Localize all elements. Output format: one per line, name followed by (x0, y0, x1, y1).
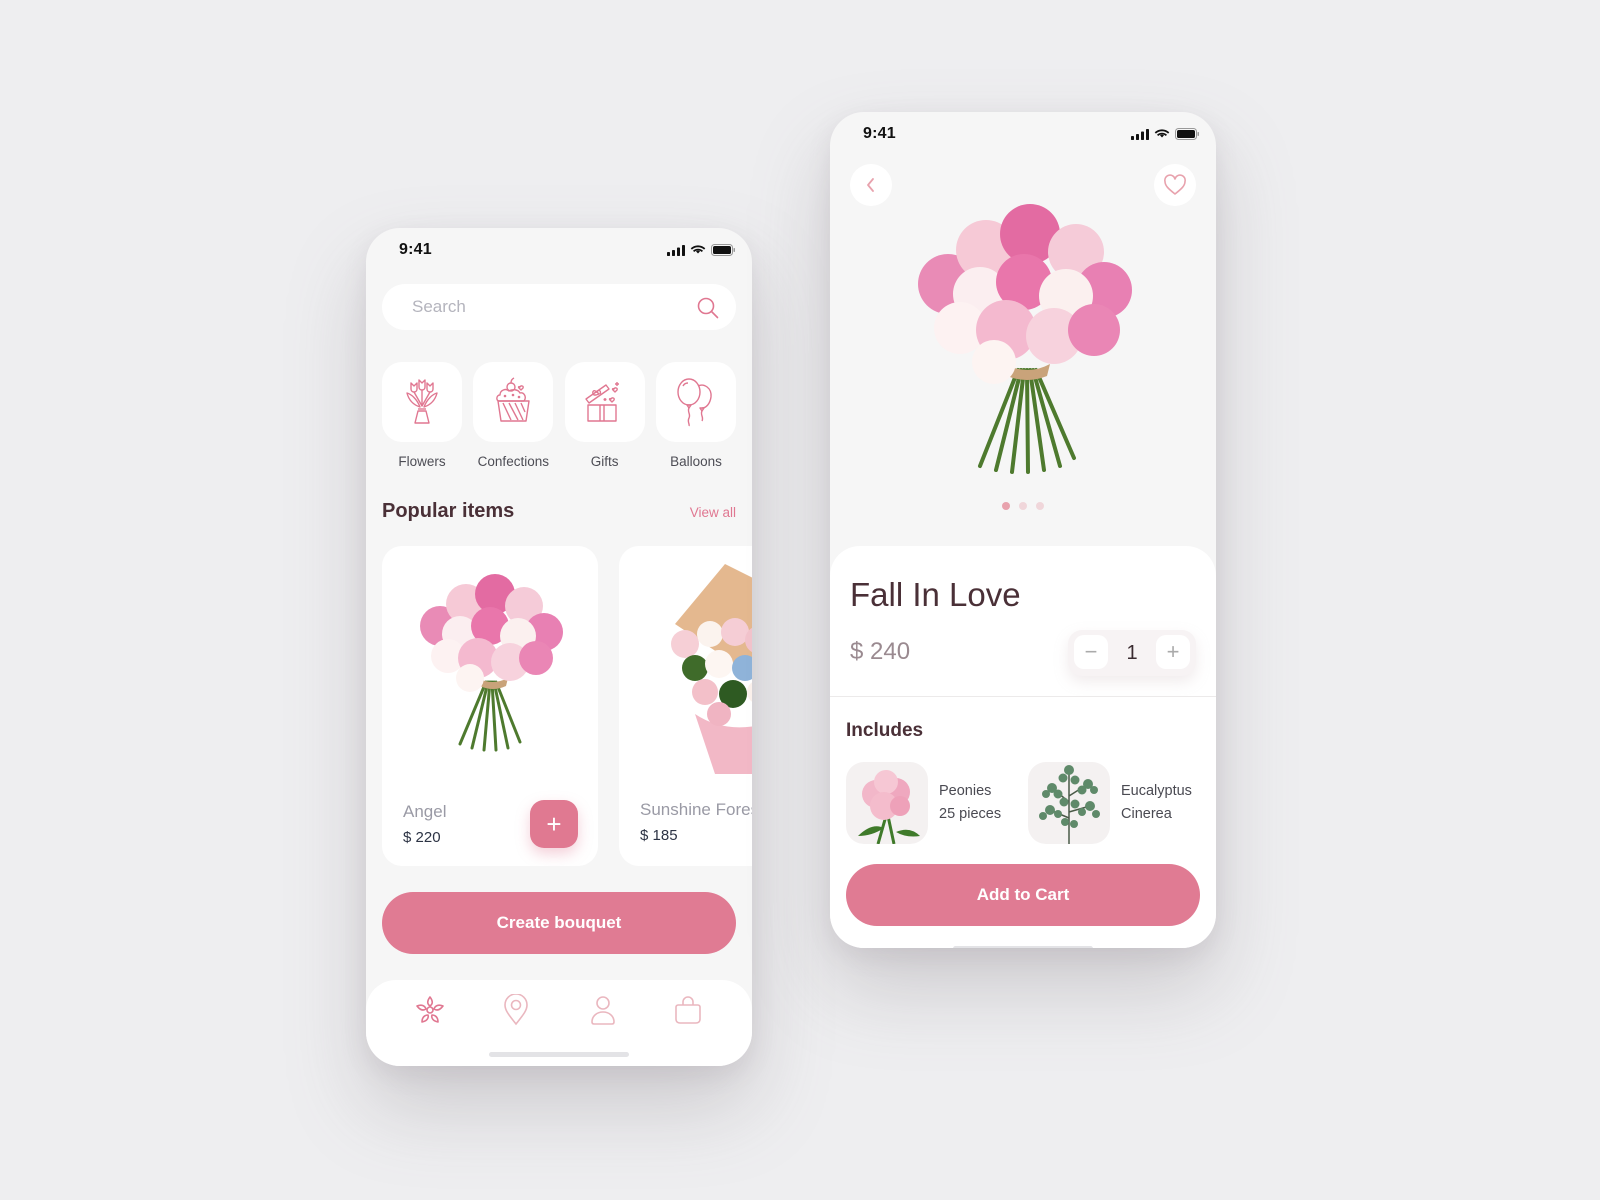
increase-quantity-button[interactable]: + (1156, 635, 1190, 669)
shopping-bag-icon (675, 996, 701, 1024)
product-price: $ 220 (403, 829, 441, 846)
balloons-icon (677, 378, 712, 427)
eucalyptus-image (1039, 765, 1100, 844)
user-icon (591, 996, 615, 1025)
tab-home[interactable] (412, 992, 448, 1028)
product-info-sheet: Fall In Love $ 240 − 1 + Includes Peonie… (830, 546, 1216, 948)
section-title: Popular items (382, 500, 515, 522)
category-label: Flowers (398, 454, 446, 469)
category-confections[interactable]: Confections (473, 362, 554, 469)
category-label: Gifts (590, 454, 619, 469)
status-bar: 9:41 (366, 228, 752, 274)
quantity-stepper: − 1 + (1068, 630, 1196, 676)
product-card[interactable]: Angel $ 220 + (382, 546, 598, 866)
create-bouquet-button[interactable]: Create bouquet (382, 892, 736, 954)
favorite-button[interactable] (1154, 164, 1196, 206)
include-detail: Cinerea (1121, 806, 1172, 822)
search-input[interactable] (412, 284, 682, 330)
home-screen: 9:41 Search Flowers Confections Gifts Ba… (366, 228, 752, 1066)
product-price: $ 185 (640, 827, 678, 844)
view-all-link[interactable]: View all (690, 505, 736, 520)
chevron-left-icon (867, 178, 874, 192)
carousel-dot[interactable] (1019, 502, 1027, 510)
map-pin-icon (504, 994, 528, 1026)
carousel-indicator (830, 502, 1216, 510)
popular-items-header: Popular items View all (382, 500, 736, 523)
peony-image (858, 770, 920, 844)
include-name: Eucalyptus (1121, 783, 1192, 799)
product-card[interactable]: Sunshine Forest $ 185 (619, 546, 752, 866)
product-name: Sunshine Forest (640, 800, 752, 819)
category-gifts[interactable]: Gifts (564, 362, 645, 469)
gift-box-icon (584, 382, 619, 422)
carousel-dot[interactable] (1036, 502, 1044, 510)
battery-icon (711, 244, 735, 256)
home-indicator (489, 1052, 629, 1057)
back-button[interactable] (850, 164, 892, 206)
battery-icon (1175, 128, 1199, 140)
signal-icon (1131, 128, 1149, 140)
cupcake-icon (496, 377, 531, 422)
status-time: 9:41 (863, 125, 896, 142)
flower-icon (416, 996, 444, 1023)
include-name: Peonies (939, 783, 992, 799)
category-label: Balloons (670, 454, 722, 469)
home-indicator (953, 946, 1093, 948)
signal-icon (667, 244, 685, 256)
search-icon[interactable] (696, 296, 720, 320)
tab-profile[interactable] (585, 992, 621, 1028)
status-bar: 9:41 (830, 112, 1216, 158)
includes-title: Includes (846, 720, 924, 741)
wifi-icon (1154, 128, 1170, 137)
product-name: Angel (403, 802, 447, 821)
tab-cart[interactable] (670, 992, 706, 1028)
peony-bouquet-image (420, 574, 563, 752)
rose-bouquet-image (671, 564, 752, 774)
bouquet-icon (406, 379, 438, 424)
category-label: Confections (477, 454, 549, 469)
add-to-cart-button[interactable]: Add to Cart (846, 864, 1200, 926)
category-flowers[interactable]: Flowers (382, 362, 462, 469)
status-time: 9:41 (399, 241, 432, 258)
category-balloons[interactable]: Balloons (655, 362, 736, 469)
include-item: Peonies 25 pieces (846, 762, 1001, 844)
product-detail-screen: 9:41 Fall In Love $ 240 − 1 + Includes P… (830, 112, 1216, 948)
include-item: Eucalyptus Cinerea (1028, 762, 1192, 844)
include-detail: 25 pieces (939, 806, 1002, 822)
product-title: Fall In Love (850, 576, 1021, 613)
tab-bar (366, 980, 752, 1066)
heart-icon (1164, 174, 1186, 195)
add-to-cart-button[interactable]: + (530, 800, 578, 848)
tab-location[interactable] (498, 992, 534, 1028)
carousel-dot[interactable] (1002, 502, 1010, 510)
wifi-icon (690, 244, 706, 253)
product-price: $ 240 (850, 638, 911, 665)
divider (830, 696, 1216, 697)
peony-bouquet-image (918, 204, 1132, 474)
search-bar (382, 284, 736, 330)
category-list: Flowers Confections Gifts Balloons (382, 362, 736, 469)
